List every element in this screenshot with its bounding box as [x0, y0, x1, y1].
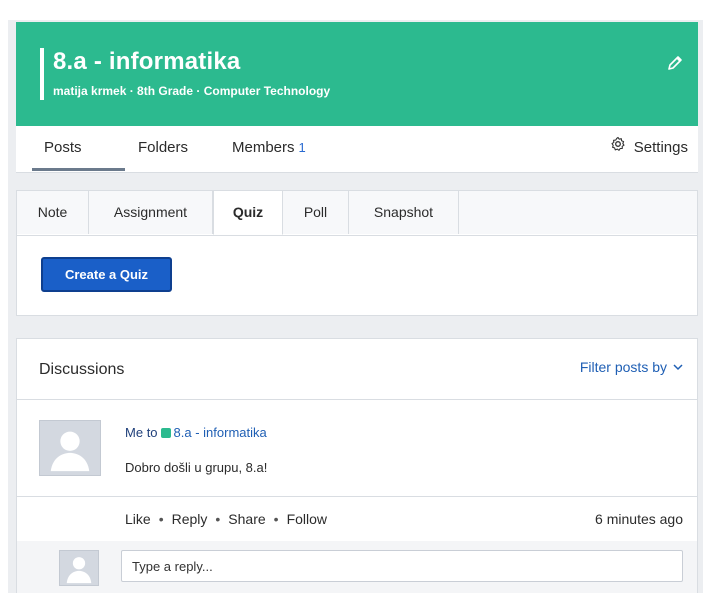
tab-posts[interactable]: Posts [44, 126, 82, 170]
discussions-header: Discussions Filter posts by [17, 339, 697, 400]
post-composer: Note Assignment Quiz Poll Snapshot Creat… [16, 190, 698, 316]
header-accent-bar [40, 48, 44, 100]
composer-tab-snapshot[interactable]: Snapshot [349, 191, 459, 234]
chevron-down-icon [673, 359, 683, 375]
composer-tab-assignment[interactable]: Assignment [89, 191, 213, 234]
separator-dot: • [158, 511, 164, 527]
group-subtitle: matija krmek · 8th Grade · Computer Tech… [53, 84, 331, 98]
tab-folders[interactable]: Folders [138, 126, 188, 170]
discussions-panel: Discussions Filter posts by Me to 8.a - i… [16, 338, 698, 593]
separator-dot: • [215, 511, 221, 527]
pencil-icon[interactable] [666, 54, 684, 72]
tab-members-label: Members [232, 139, 295, 156]
group-header: 8.a - informatika matija krmek · 8th Gra… [16, 22, 698, 126]
post-body: Dobro došli u grupu, 8.a! [125, 460, 268, 475]
post-group-link[interactable]: 8.a - informatika [174, 425, 267, 440]
separator-dot: • [273, 511, 279, 527]
members-count: 1 [298, 140, 306, 155]
reply-input[interactable] [121, 550, 683, 582]
gear-icon [610, 126, 626, 170]
follow-link[interactable]: Follow [287, 511, 327, 527]
create-quiz-button[interactable]: Create a Quiz [41, 257, 172, 292]
post-sender[interactable]: Me [125, 425, 143, 440]
avatar[interactable] [39, 420, 101, 476]
active-tab-underline [32, 168, 125, 171]
tab-members[interactable]: Members 1 [232, 126, 306, 170]
filter-label: Filter posts by [579, 359, 667, 375]
post-recipient-line: Me to 8.a - informatika [125, 425, 267, 440]
composer-tabs: Note Assignment Quiz Poll Snapshot [17, 191, 697, 236]
tab-settings[interactable]: Settings [610, 126, 688, 170]
discussion-post: Me to 8.a - informatika Dobro došli u gru… [17, 400, 697, 496]
window-frame-top [0, 0, 703, 20]
composer-tab-poll[interactable]: Poll [283, 191, 349, 234]
composer-tab-quiz[interactable]: Quiz [213, 191, 283, 235]
discussions-title: Discussions [39, 361, 125, 378]
composer-tabs-filler [459, 191, 697, 234]
avatar [59, 550, 99, 586]
composer-tab-note[interactable]: Note [17, 191, 89, 234]
post-action-links: Like • Reply • Share • Follow [125, 511, 327, 527]
reply-area [17, 541, 697, 593]
post-actions-bar: Like • Reply • Share • Follow 6 minutes ago [17, 496, 697, 542]
post-timestamp: 6 minutes ago [595, 511, 683, 527]
like-link[interactable]: Like [125, 511, 151, 527]
reply-link[interactable]: Reply [172, 511, 208, 527]
group-tab-nav: Posts Folders Members 1 Settings [16, 126, 698, 173]
window-frame-left [0, 0, 8, 593]
filter-posts-dropdown[interactable]: Filter posts by [580, 359, 683, 375]
post-to-label: to [146, 425, 158, 440]
share-link[interactable]: Share [228, 511, 265, 527]
group-color-icon [160, 428, 171, 438]
group-title: 8.a - informatika [53, 48, 241, 75]
settings-label: Settings [633, 139, 688, 156]
